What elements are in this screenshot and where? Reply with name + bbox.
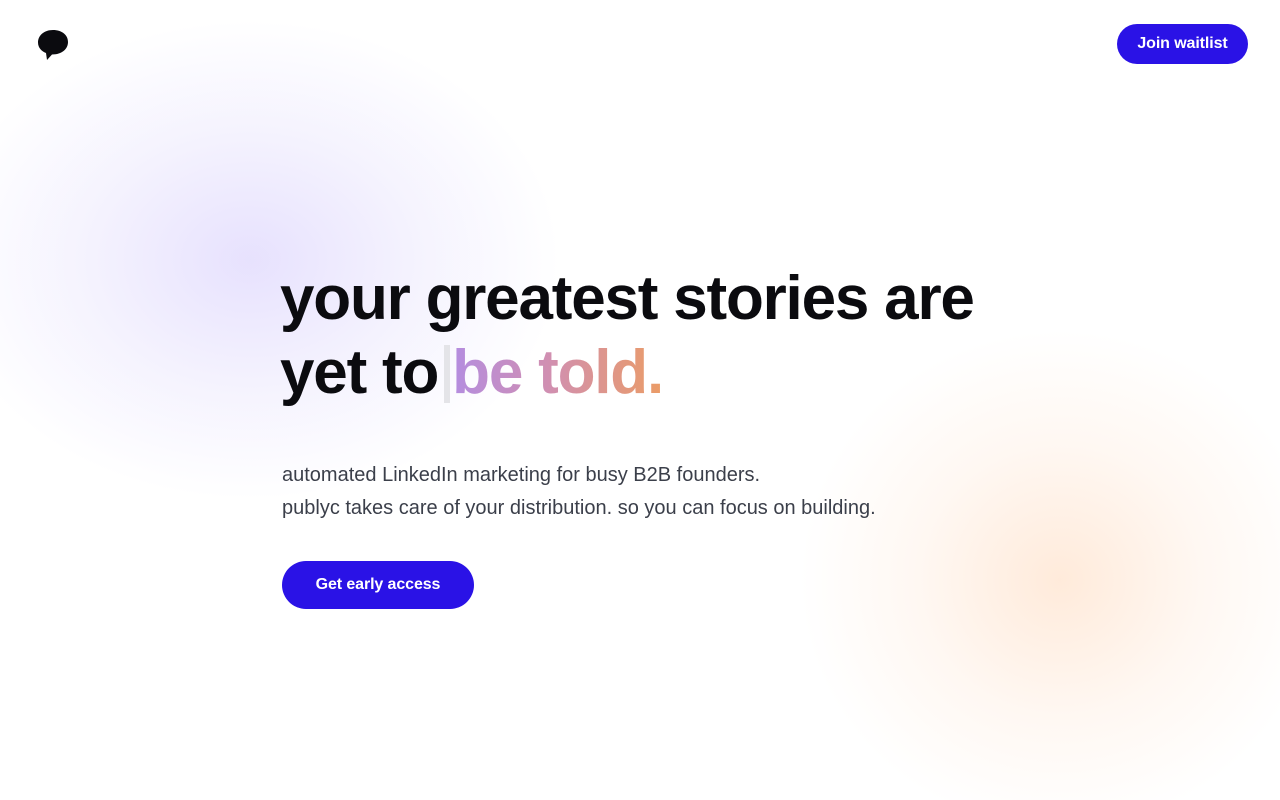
background-glow-purple — [0, 20, 560, 500]
join-waitlist-button[interactable]: Join waitlist — [1117, 24, 1248, 64]
subtitle-line-2: publyc takes care of your distribution. … — [282, 497, 876, 519]
typing-cursor — [444, 345, 451, 403]
get-early-access-button[interactable]: Get early access — [282, 561, 474, 609]
headline-line-2: yet to be told. — [280, 336, 1040, 410]
hero-subtitle: automated LinkedIn marketing for busy B2… — [282, 459, 982, 525]
speech-bubble-icon[interactable] — [36, 28, 70, 62]
logo-mark — [38, 30, 68, 60]
subtitle-line-1: automated LinkedIn marketing for busy B2… — [282, 464, 761, 486]
headline-prefix: yet to — [280, 338, 439, 407]
hero-headline: your greatest stories are yet to be told. — [280, 262, 1040, 410]
headline-line-1: your greatest stories are — [280, 264, 975, 333]
landing-page: Join waitlist your greatest stories are … — [0, 0, 1280, 800]
headline-highlight: be told. — [452, 338, 664, 407]
